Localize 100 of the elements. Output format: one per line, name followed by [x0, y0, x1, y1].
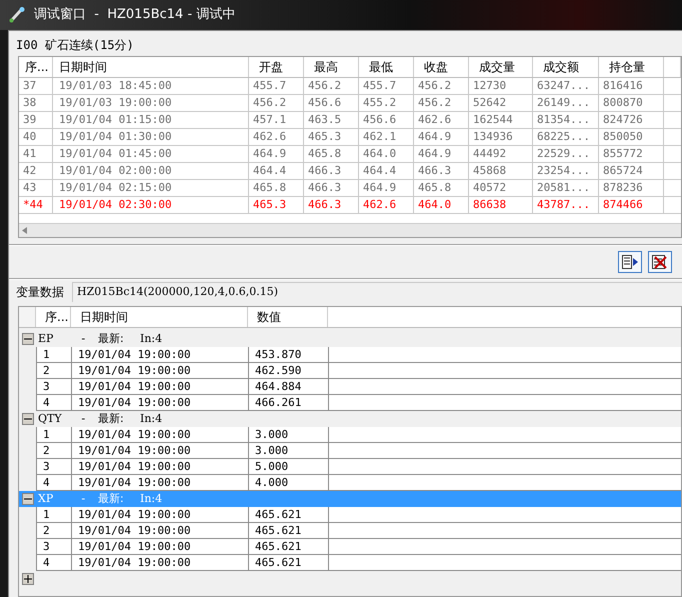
- column-header[interactable]: 收盘: [414, 57, 469, 77]
- table-cell: 19/01/04 19:00:00: [72, 363, 249, 378]
- table-cell: 41: [19, 146, 53, 162]
- table-cell: 19/01/04 19:00:00: [72, 523, 249, 538]
- table-cell: 2: [37, 363, 72, 378]
- table-cell: 37: [19, 78, 53, 94]
- index-text: In:4: [140, 490, 162, 507]
- table-cell: 466.3: [414, 163, 469, 179]
- index-text: In:4: [140, 330, 162, 347]
- table-cell: 19/01/04 19:00:00: [72, 459, 249, 474]
- collapse-toggle[interactable]: [22, 493, 34, 505]
- table-cell: 162544: [469, 112, 533, 128]
- expand-toggle[interactable]: [22, 573, 34, 585]
- table-title: I00 矿石连续(15分): [15, 37, 135, 54]
- table-cell: 465.621: [249, 507, 329, 522]
- table-cell: 874466: [599, 197, 664, 213]
- table-cell: 455.2: [359, 95, 414, 111]
- column-header[interactable]: 成交量: [469, 57, 533, 77]
- table-cell: 816416: [599, 78, 664, 94]
- table-row[interactable]: *44 19/01/04 02:30:00 465.3 466.3 462.6 464.0 86638 43787... 874466: [19, 197, 681, 214]
- group-name: EP: [38, 330, 54, 347]
- table-cell: 465.8: [414, 180, 469, 196]
- latest-label: 最新:: [98, 410, 125, 427]
- table-cell: 465.621: [249, 523, 329, 538]
- table-cell: 5.000: [249, 459, 329, 474]
- table-cell: 19/01/04 19:00:00: [72, 475, 249, 490]
- table-row[interactable]: 42 19/01/04 02:00:00 464.4 466.3 464.4 466.3 45868 23254... 865724: [19, 163, 681, 180]
- table-cell: 19/01/04 19:00:00: [72, 347, 249, 362]
- table-row[interactable]: 41 19/01/04 01:45:00 464.9 465.8 464.0 464.9 44492 22529... 855772: [19, 146, 681, 163]
- table-cell: 457.1: [249, 112, 304, 128]
- table-cell: 20581...: [533, 180, 599, 196]
- table-cell: 63247...: [533, 78, 599, 94]
- column-header[interactable]: 数值: [248, 307, 328, 327]
- table-cell: 464.9: [414, 129, 469, 145]
- table-cell: 23254...: [533, 163, 599, 179]
- table-cell: 40: [19, 129, 53, 145]
- latest-label: 最新:: [98, 490, 125, 507]
- table-cell: 19/01/04 19:00:00: [72, 555, 249, 570]
- wand-icon: [8, 6, 26, 24]
- column-header[interactable]: 序...: [19, 57, 53, 77]
- collapse-toggle[interactable]: [22, 333, 34, 345]
- index-text: In:4: [140, 410, 162, 427]
- table-cell: 19/01/04 19:00:00: [72, 395, 249, 410]
- table-cell: 462.590: [249, 363, 329, 378]
- table-cell: 464.9: [359, 180, 414, 196]
- table-cell: 465.8: [304, 146, 359, 162]
- table-cell: 878236: [599, 180, 664, 196]
- group-separator: -: [80, 330, 88, 347]
- table-cell: 462.6: [359, 197, 414, 213]
- plus-icon: [24, 575, 32, 583]
- table-cell: 456.6: [359, 112, 414, 128]
- column-header[interactable]: 序...: [36, 307, 71, 327]
- table-cell: 464.9: [249, 146, 304, 162]
- table-cell: 3.000: [249, 443, 329, 458]
- column-header[interactable]: 持仓量: [599, 57, 664, 77]
- scroll-left-icon[interactable]: [22, 227, 27, 234]
- table-cell: *44: [19, 197, 53, 213]
- step-button[interactable]: [618, 251, 642, 273]
- table-cell: 464.0: [414, 197, 469, 213]
- column-header[interactable]: 最高: [304, 57, 359, 77]
- table-cell: 52642: [469, 95, 533, 111]
- table-cell: 4: [37, 395, 72, 410]
- stop-button[interactable]: [648, 251, 672, 273]
- table-cell: 855772: [599, 146, 664, 162]
- table-cell: 465.621: [249, 539, 329, 554]
- table-cell: 464.4: [359, 163, 414, 179]
- table-cell: 3.000: [249, 427, 329, 442]
- table-cell: 4.000: [249, 475, 329, 490]
- column-header[interactable]: 开盘: [249, 57, 304, 77]
- group-name: XP: [38, 490, 54, 507]
- table-cell: 865724: [599, 163, 664, 179]
- column-header[interactable]: 日期时间: [53, 57, 249, 77]
- table-cell: 456.2: [414, 95, 469, 111]
- table-cell: 465.3: [249, 197, 304, 213]
- table-cell: 39: [19, 112, 53, 128]
- table-cell: 43: [19, 180, 53, 196]
- column-header[interactable]: 成交额: [533, 57, 599, 77]
- table-cell: 455.7: [359, 78, 414, 94]
- table-cell: 800870: [599, 95, 664, 111]
- table-cell: 466.3: [304, 180, 359, 196]
- table-cell: 3: [37, 539, 72, 554]
- table-cell: 455.7: [249, 78, 304, 94]
- table-cell: 465.621: [249, 555, 329, 570]
- table-cell: 26149...: [533, 95, 599, 111]
- column-header[interactable]: 日期时间: [71, 307, 248, 327]
- collapse-toggle[interactable]: [22, 413, 34, 425]
- table-cell: 19/01/04 02:30:00: [53, 197, 249, 213]
- table-row[interactable]: 43 19/01/04 02:15:00 465.8 466.3 464.9 465.8 40572 20581... 878236: [19, 180, 681, 197]
- table-cell: 464.9: [414, 146, 469, 162]
- table-cell: 1: [37, 507, 72, 522]
- table-cell: 456.2: [249, 95, 304, 111]
- table-row[interactable]: 38 19/01/03 19:00:00 456.2 456.6 455.2 456.2 52642 26149... 800870: [19, 95, 681, 112]
- column-header[interactable]: 最低: [359, 57, 414, 77]
- table-row[interactable]: 37 19/01/03 18:45:00 455.7 456.2 455.7 456.2 12730 63247... 816416: [19, 78, 681, 95]
- table-cell: 44492: [469, 146, 533, 162]
- signature-field: HZ015Bc14(200000,120,4,0.6,0.15): [72, 282, 682, 302]
- table-row[interactable]: 40 19/01/04 01:30:00 462.6 465.3 462.1 464.9 134936 68225... 850050: [19, 129, 681, 146]
- horizontal-scrollbar[interactable]: [19, 223, 681, 237]
- table-row[interactable]: 39 19/01/04 01:15:00 457.1 463.5 456.6 462.6 162544 81354... 824726: [19, 112, 681, 129]
- table-cell: 465.3: [304, 129, 359, 145]
